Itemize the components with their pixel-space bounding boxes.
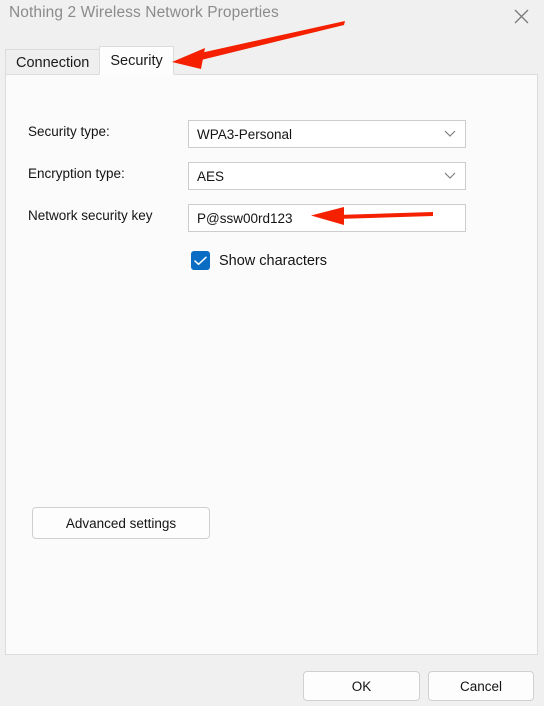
tab-security[interactable]: Security [99,46,174,75]
security-type-value: WPA3-Personal [197,126,293,142]
encryption-type-dropdown[interactable]: AES [188,162,466,190]
encryption-type-row: Encryption type: AES [6,162,537,190]
advanced-settings-label: Advanced settings [65,515,177,531]
cancel-button-label: Cancel [459,678,503,694]
security-tab-panel: Security type: WPA3-Personal Encryption … [5,74,538,655]
network-security-key-row: Network security key P@ssw00rd123 [6,204,537,232]
tab-security-label: Security [110,52,163,69]
tab-connection[interactable]: Connection [5,49,101,75]
title-bar: Nothing 2 Wireless Network Properties [0,0,544,34]
security-type-row: Security type: WPA3-Personal [6,120,537,148]
security-type-label: Security type: [28,124,110,139]
encryption-type-value: AES [197,168,225,184]
show-characters-checkbox-row[interactable]: Show characters [191,251,327,270]
cancel-button[interactable]: Cancel [428,671,534,701]
tab-strip: Connection Security [5,46,174,75]
encryption-type-label: Encryption type: [28,166,125,181]
checkmark-icon [194,256,207,265]
ok-button-label: OK [351,678,372,694]
show-characters-checkbox[interactable] [191,251,210,270]
network-security-key-input[interactable]: P@ssw00rd123 [188,204,466,232]
window-title: Nothing 2 Wireless Network Properties [9,4,279,21]
show-characters-label: Show characters [219,252,327,269]
chevron-down-icon [444,130,456,137]
chevron-down-icon [444,172,456,179]
security-type-dropdown[interactable]: WPA3-Personal [188,120,466,148]
advanced-settings-button[interactable]: Advanced settings [32,507,210,539]
close-icon [514,9,529,23]
tab-connection-label: Connection [16,54,90,71]
network-security-key-value: P@ssw00rd123 [197,210,293,226]
ok-button[interactable]: OK [303,671,420,701]
close-button[interactable] [499,0,544,32]
network-security-key-label: Network security key [28,208,153,223]
